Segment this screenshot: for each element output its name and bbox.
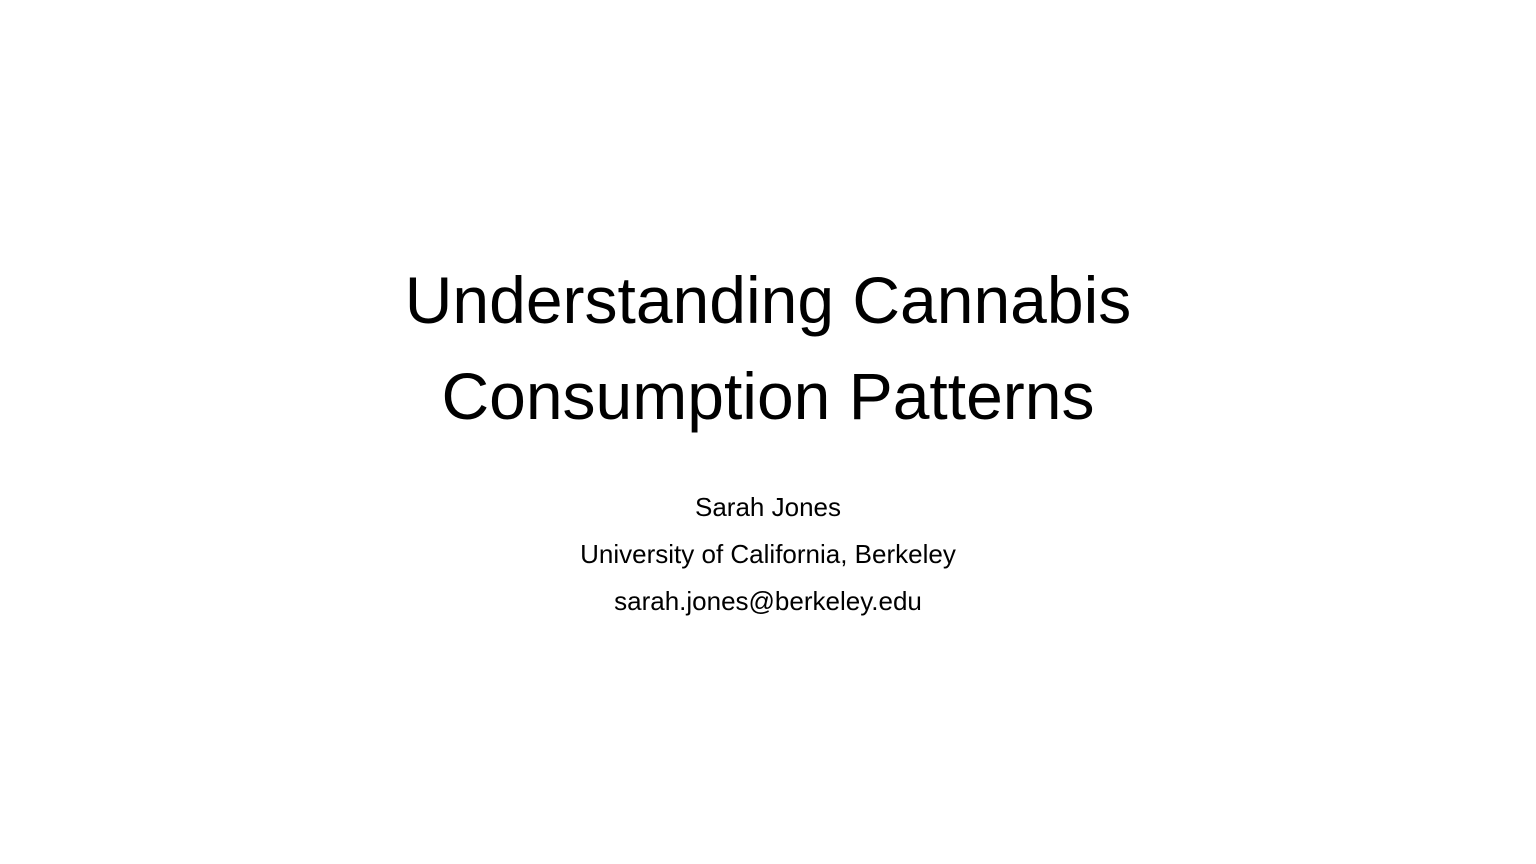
author-affiliation: University of California, Berkeley <box>580 539 956 569</box>
author-email: sarah.jones@berkeley.edu <box>614 586 922 616</box>
title-line-1: Understanding Cannabis <box>404 263 1132 337</box>
slide-subtitle: Sarah Jones University of California, Be… <box>0 484 1536 625</box>
slide-title: Understanding Cannabis Consumption Patte… <box>0 252 1536 444</box>
title-line-2: Consumption Patterns <box>441 359 1095 433</box>
author-name: Sarah Jones <box>695 492 841 522</box>
slide: Understanding Cannabis Consumption Patte… <box>0 0 1536 864</box>
